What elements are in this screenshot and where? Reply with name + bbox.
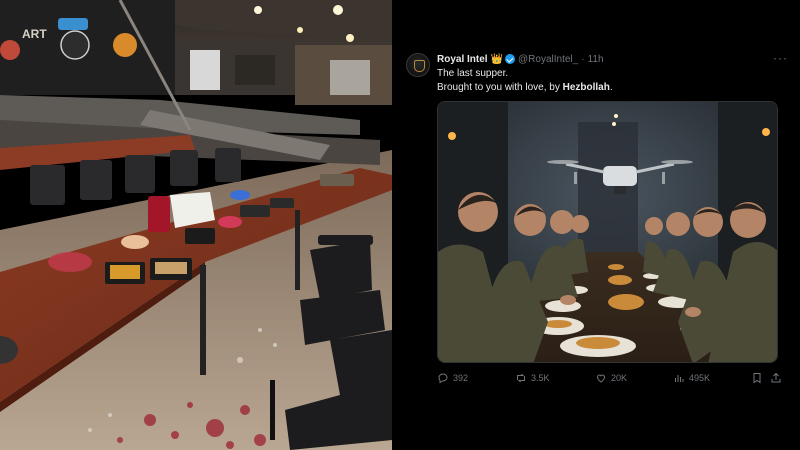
tweet-card: Royal Intel 👑 @RoyalIntel_ · 11h ··· The…	[392, 0, 800, 450]
damaged-dining-hall-photo: ART	[0, 0, 392, 450]
views-count: 495K	[689, 373, 711, 383]
tweet-line-2-text: Brought to you with love, by	[437, 82, 563, 93]
repost-count: 3.5K	[531, 373, 550, 383]
separator-dot: ·	[581, 53, 585, 65]
tweet-line-1: The last supper.	[437, 68, 509, 79]
more-icon[interactable]: ···	[773, 52, 788, 64]
repost-button[interactable]: 3.5K	[515, 372, 550, 384]
share-button[interactable]	[770, 372, 782, 384]
tweet-header: Royal Intel 👑 @RoyalIntel_ · 11h	[437, 52, 604, 66]
tweet-text: The last supper. Brought to you with lov…	[437, 67, 613, 95]
display-name[interactable]: Royal Intel	[437, 54, 488, 65]
crown-icon: 👑	[490, 53, 504, 65]
avatar[interactable]	[406, 53, 430, 77]
tweet-actions: 392 3.5K 20K 495K	[437, 372, 782, 386]
tweet-media-image[interactable]	[437, 101, 778, 363]
share-icon	[771, 372, 781, 383]
views-button[interactable]: 495K	[673, 372, 710, 384]
reply-button[interactable]: 392	[437, 372, 468, 384]
reply-count: 392	[453, 373, 469, 383]
tweet-bold-word: Hezbollah	[562, 82, 610, 93]
tweet-line-2: Brought to you with love, by Hezbollah.	[437, 81, 613, 95]
like-count: 20K	[611, 373, 628, 383]
reply-icon	[438, 373, 448, 384]
bookmark-icon	[753, 373, 761, 384]
svg-text:ART: ART	[22, 27, 47, 41]
timestamp[interactable]: 11h	[588, 54, 604, 65]
verified-badge-icon	[505, 54, 516, 64]
like-button[interactable]: 20K	[595, 372, 627, 384]
repost-icon	[517, 373, 525, 383]
tweet-line-2-end: .	[609, 82, 613, 93]
bookmark-button[interactable]	[751, 372, 763, 384]
like-icon	[596, 374, 606, 383]
user-handle[interactable]: @RoyalIntel_	[518, 54, 578, 65]
views-icon	[675, 375, 684, 382]
